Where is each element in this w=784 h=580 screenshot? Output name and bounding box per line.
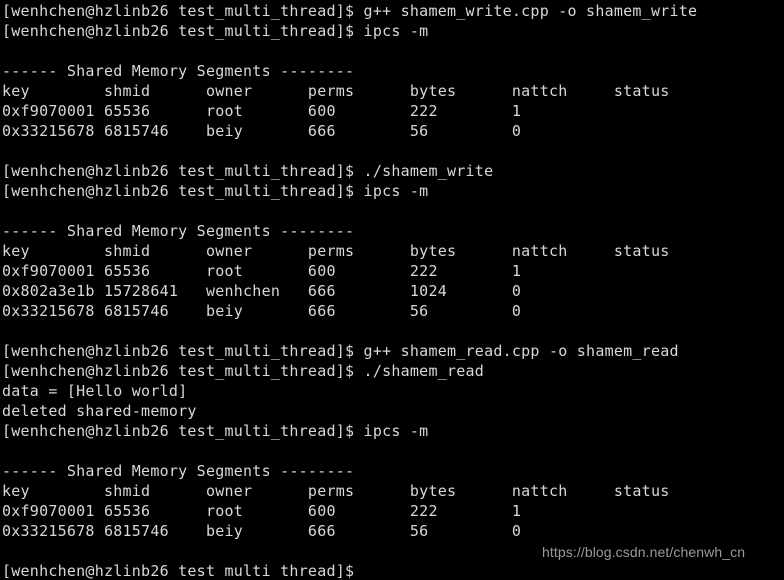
terminal-line: deleted shared-memory: [2, 402, 197, 420]
terminal-line: ------ Shared Memory Segments --------: [2, 462, 355, 480]
terminal-line: [wenhchen@hzlinb26 test_multi_thread]$ .…: [2, 162, 494, 180]
terminal-line: data = [Hello world]: [2, 382, 188, 400]
terminal-output: [wenhchen@hzlinb26 test_multi_thread]$ g…: [2, 1, 784, 580]
terminal-window[interactable]: [wenhchen@hzlinb26 test_multi_thread]$ g…: [0, 0, 784, 580]
terminal-line: ------ Shared Memory Segments --------: [2, 222, 355, 240]
terminal-line: 0x33215678 6815746 beiy 666 56 0: [2, 302, 522, 320]
terminal-line: [wenhchen@hzlinb26 test multi thread]$: [2, 562, 364, 580]
terminal-line: ------ Shared Memory Segments --------: [2, 62, 355, 80]
terminal-line: [wenhchen@hzlinb26 test_multi_thread]$ .…: [2, 362, 485, 380]
terminal-line: [wenhchen@hzlinb26 test_multi_thread]$ g…: [2, 342, 679, 360]
terminal-line: key shmid owner perms bytes nattch statu…: [2, 482, 670, 500]
terminal-line: [wenhchen@hzlinb26 test_multi_thread]$ i…: [2, 22, 429, 40]
terminal-line: key shmid owner perms bytes nattch statu…: [2, 242, 670, 260]
terminal-line: 0x802a3e1b 15728641 wenhchen 666 1024 0: [2, 282, 522, 300]
terminal-line: 0xf9070001 65536 root 600 222 1: [2, 502, 522, 520]
terminal-line: key shmid owner perms bytes nattch statu…: [2, 82, 670, 100]
terminal-line: 0x33215678 6815746 beiy 666 56 0: [2, 522, 522, 540]
terminal-line: 0xf9070001 65536 root 600 222 1: [2, 262, 522, 280]
terminal-line: [wenhchen@hzlinb26 test_multi_thread]$ i…: [2, 422, 429, 440]
watermark-text: https://blog.csdn.net/chenwh_cn: [542, 544, 746, 560]
terminal-line: 0xf9070001 65536 root 600 222 1: [2, 102, 522, 120]
terminal-line: [wenhchen@hzlinb26 test_multi_thread]$ g…: [2, 2, 698, 20]
terminal-line: [wenhchen@hzlinb26 test_multi_thread]$ i…: [2, 182, 429, 200]
terminal-line: 0x33215678 6815746 beiy 666 56 0: [2, 122, 522, 140]
